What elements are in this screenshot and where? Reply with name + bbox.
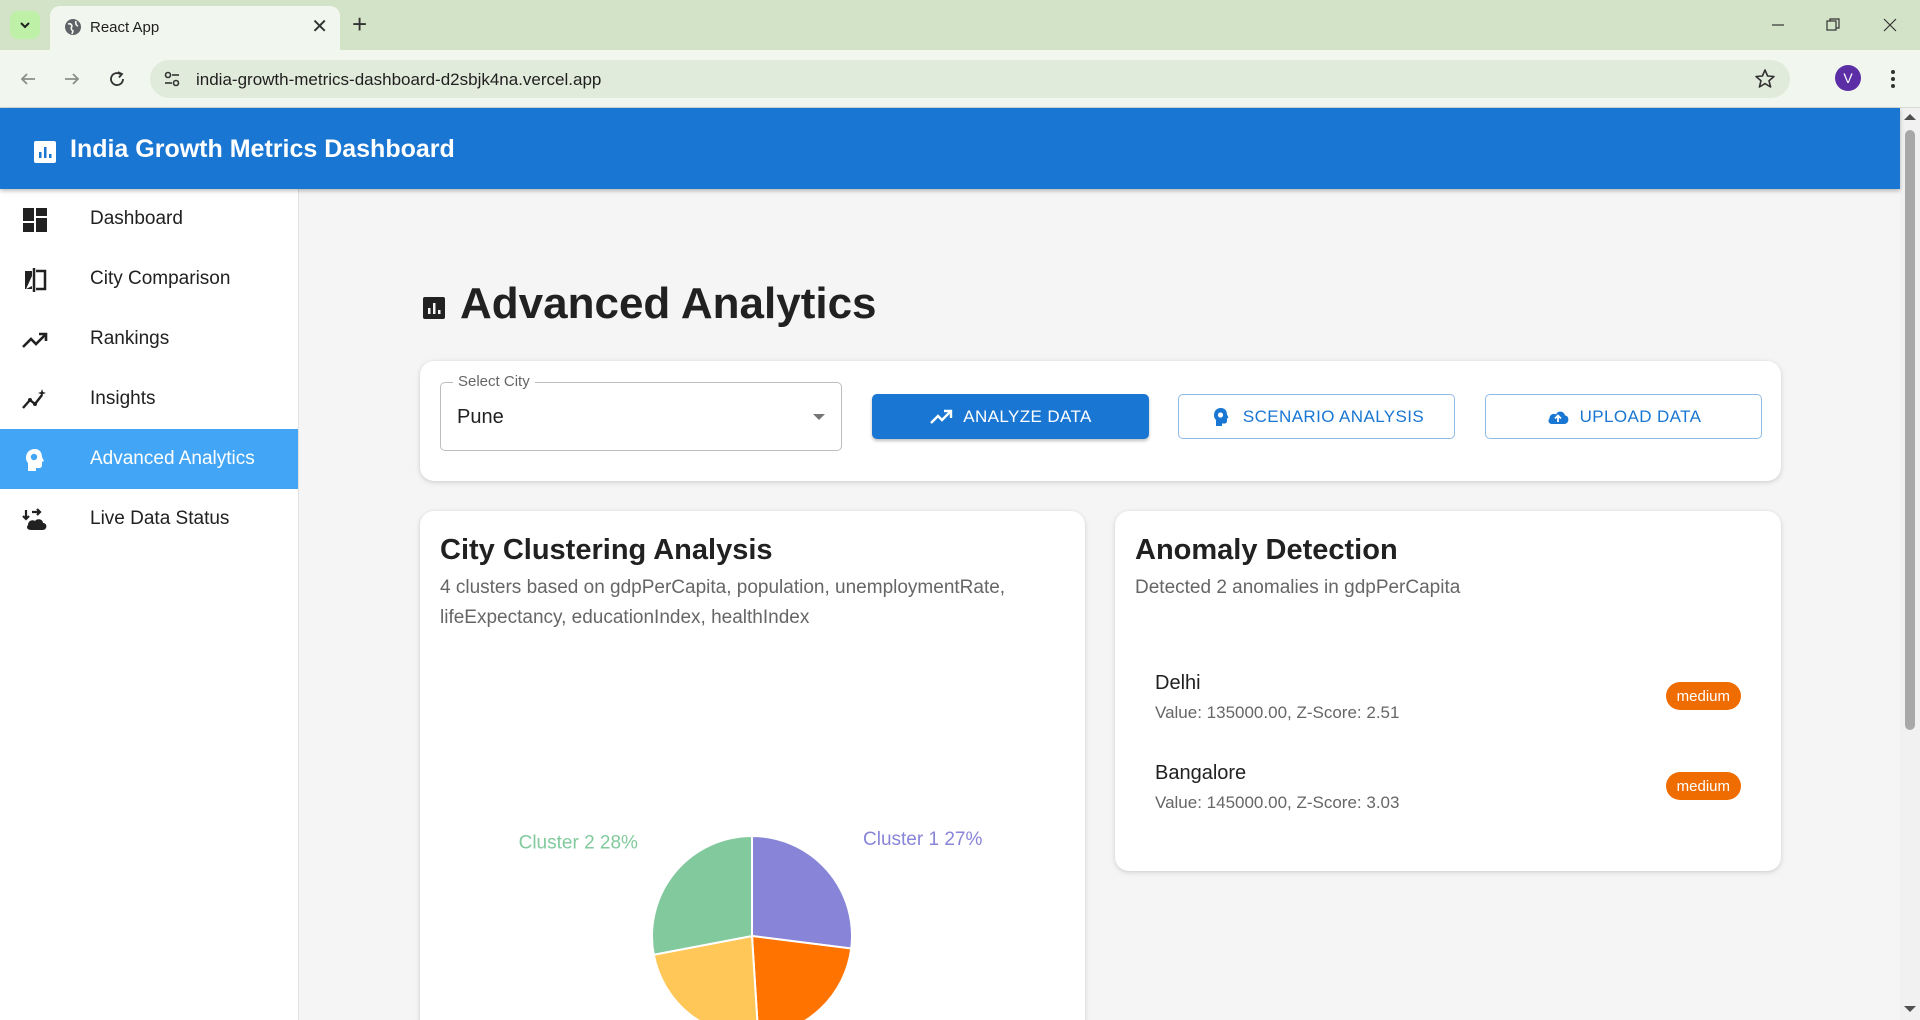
sidebar-item-rankings[interactable]: Rankings (0, 309, 298, 369)
sidebar-item-label: Dashboard (90, 208, 183, 229)
insights-icon (22, 389, 46, 409)
app-header: India Growth Metrics Dashboard (0, 108, 1900, 189)
sidebar-item-label: Advanced Analytics (90, 448, 255, 469)
psychology-icon (26, 449, 44, 471)
restore-icon[interactable] (1813, 10, 1853, 40)
dropdown-arrow-icon (813, 414, 825, 420)
chevron-down-icon (20, 22, 30, 29)
address-bar[interactable]: india-growth-metrics-dashboard-d2sbjk4na… (150, 60, 1790, 98)
more-options-icon[interactable] (1880, 64, 1906, 94)
compare-icon (25, 268, 47, 292)
pie-label-cluster-2: Cluster 2 28% (519, 833, 638, 854)
site-info-icon[interactable] (162, 69, 182, 89)
sidebar-item-advanced-analytics[interactable]: Advanced Analytics (0, 429, 298, 489)
cluster-pie-chart: Cluster 1 27%Cluster 4 22%Cluster 3 23%C… (519, 829, 982, 1020)
upload-data-button[interactable]: UPLOAD DATA (1485, 394, 1762, 439)
psychology-icon (1213, 407, 1229, 426)
page-title: Advanced Analytics (460, 279, 877, 328)
pie-slice-cluster-4[interactable] (750, 934, 853, 1020)
trending-up-icon (22, 332, 48, 348)
sidebar-item-live-data-status[interactable]: Live Data Status (0, 489, 298, 549)
tab-search-button[interactable] (10, 11, 40, 39)
anomaly-detail: Value: 145000.00, Z-Score: 3.03 (1155, 793, 1400, 812)
severity-badge: medium (1665, 682, 1741, 710)
pie-slice-cluster-1[interactable] (751, 834, 853, 950)
scenario-analysis-button[interactable]: SCENARIO ANALYSIS (1178, 394, 1455, 439)
analyze-data-button[interactable]: ANALYZE DATA (872, 394, 1149, 439)
sidebar-item-label: Live Data Status (90, 508, 230, 529)
sidebar-item-insights[interactable]: Insights (0, 369, 298, 429)
analyze-data-label: ANALYZE DATA (963, 406, 1092, 426)
profile-avatar[interactable]: V (1835, 65, 1861, 91)
severity-badge: medium (1665, 772, 1741, 800)
anomaly-city: Delhi (1155, 672, 1201, 694)
anomaly-city: Bangalore (1155, 762, 1247, 784)
reload-icon[interactable] (102, 64, 132, 94)
trending-up-icon (930, 409, 953, 424)
main-content: Advanced Analytics Select City Pune ANAL… (300, 189, 1900, 1020)
minimize-icon[interactable] (1758, 10, 1798, 40)
sidebar-item-label: Insights (90, 388, 156, 409)
anomaly-detail: Value: 135000.00, Z-Score: 2.51 (1155, 703, 1400, 722)
city-select-value: Pune (457, 406, 504, 428)
browser-tabstrip: React App ✕ + (0, 0, 1920, 50)
tab-title: React App (90, 19, 160, 36)
scrollbar-thumb[interactable] (1905, 130, 1915, 730)
browser-tab[interactable]: React App ✕ (50, 6, 340, 50)
dashboard-icon (23, 208, 47, 232)
browser-toolbar: india-growth-metrics-dashboard-d2sbjk4na… (0, 50, 1920, 108)
page-scrollbar[interactable] (1900, 108, 1920, 1020)
anomaly-subtitle: Detected 2 anomalies in gdpPerCapita (1135, 577, 1461, 598)
clustering-card: City Clustering Analysis 4 clusters base… (420, 511, 1085, 1020)
app-title: India Growth Metrics Dashboard (70, 135, 455, 163)
sidebar: Dashboard City Comparison Rankings Insig… (0, 189, 299, 1020)
anomaly-list-item: Delhi Value: 135000.00, Z-Score: 2.51 me… (1135, 672, 1761, 742)
bookmark-star-icon[interactable] (1754, 68, 1776, 90)
analytics-icon (423, 297, 445, 319)
cloud-sync-icon (22, 508, 47, 530)
sidebar-item-label: Rankings (90, 328, 170, 349)
forward-icon[interactable] (57, 64, 87, 94)
anomaly-list-item: Bangalore Value: 145000.00, Z-Score: 3.0… (1135, 762, 1761, 832)
scroll-down-icon[interactable] (1904, 1006, 1916, 1012)
sidebar-item-dashboard[interactable]: Dashboard (0, 189, 298, 249)
controls-card: Select City Pune ANALYZE DATA SCENARIO A… (420, 361, 1781, 481)
globe-icon (65, 19, 81, 35)
analytics-icon (34, 141, 56, 163)
sidebar-item-city-comparison[interactable]: City Comparison (0, 249, 298, 309)
pie-slice-cluster-2[interactable] (651, 834, 753, 956)
scenario-analysis-label: SCENARIO ANALYSIS (1242, 406, 1425, 426)
close-tab-icon[interactable]: ✕ (311, 15, 328, 39)
cloud-upload-icon (1548, 411, 1568, 424)
anomaly-card: Anomaly Detection Detected 2 anomalies i… (1115, 511, 1781, 871)
city-select[interactable]: Select City Pune (440, 373, 842, 451)
back-icon[interactable] (13, 64, 43, 94)
city-select-label: Select City (453, 373, 535, 390)
sidebar-item-label: City Comparison (90, 268, 231, 289)
upload-data-label: UPLOAD DATA (1579, 406, 1702, 426)
anomaly-title: Anomaly Detection (1135, 534, 1398, 566)
new-tab-icon[interactable]: + (352, 8, 367, 40)
pie-label-cluster-1: Cluster 1 27% (863, 829, 982, 850)
close-window-icon[interactable] (1870, 10, 1910, 40)
url-text: india-growth-metrics-dashboard-d2sbjk4na… (196, 70, 602, 89)
scroll-up-icon[interactable] (1904, 114, 1916, 120)
